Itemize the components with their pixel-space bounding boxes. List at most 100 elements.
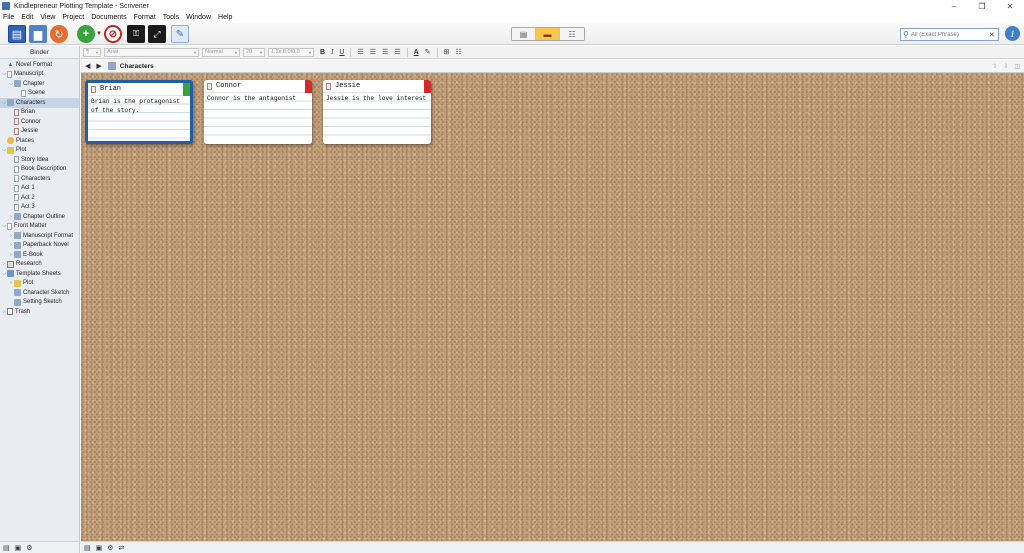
binder-item-label: E-Book	[23, 251, 43, 258]
menu-view[interactable]: View	[40, 14, 55, 21]
binder-item[interactable]: › Trash	[0, 307, 79, 317]
card-synopsis[interactable]: Brian is the protagonist of the story.	[88, 96, 190, 141]
text-color-icon[interactable]: A	[414, 49, 419, 56]
table-icon[interactable]: ⊞	[444, 48, 450, 56]
binder-item[interactable]: › Research	[0, 260, 79, 270]
forward-arrow-icon[interactable]: ▶	[96, 62, 101, 70]
index-card[interactable]: Connor Connor is the antagonist	[204, 80, 312, 144]
line-spacing-select[interactable]: 1.2x 8.0/0.0 ▼	[268, 47, 314, 57]
typeface-select[interactable]: Normal ▼	[202, 47, 240, 57]
font-size-select[interactable]: 20 ▼	[243, 47, 265, 57]
folder-icon	[7, 99, 14, 107]
font-family-select[interactable]: Arial ▼	[104, 47, 199, 57]
quick-reference-button[interactable]: ✎	[171, 25, 189, 43]
binder-item[interactable]: Setting Sketch	[0, 298, 79, 308]
corkboard[interactable]: Brian Brian is the protagonist of the sto…	[81, 73, 1024, 541]
binder-toggle-button[interactable]: ▤	[8, 25, 26, 43]
align-center-icon[interactable]: ☰	[370, 48, 376, 56]
up-icon[interactable]: ⇧	[992, 63, 997, 70]
inspector-toggle-button[interactable]: i	[1005, 26, 1020, 41]
corkboard-view-button[interactable]: ▬	[536, 28, 560, 40]
menu-project[interactable]: Project	[62, 14, 84, 21]
menu-file[interactable]: File	[3, 14, 14, 21]
binder-item[interactable]: Connor	[0, 117, 79, 127]
card-title[interactable]: Connor	[216, 82, 241, 90]
binder-item[interactable]: ⌵ Front Matter	[0, 222, 79, 232]
down-icon[interactable]: ⇩	[1003, 63, 1008, 70]
binder-item[interactable]: ⌵ Template Sheets	[0, 269, 79, 279]
underline-button[interactable]: U	[339, 49, 344, 56]
index-card[interactable]: Brian Brian is the protagonist of the sto…	[85, 80, 193, 144]
binder-item[interactable]: ▲ Novel Format	[0, 60, 79, 70]
new-card-icon[interactable]: ▤	[84, 544, 91, 552]
card-synopsis[interactable]: Jessie is the love interest	[323, 93, 431, 143]
menu-help[interactable]: Help	[218, 14, 232, 21]
binder-item[interactable]: ⌵ Chapter	[0, 79, 79, 89]
minimize-button[interactable]: –	[940, 0, 968, 12]
binder-item[interactable]: Brian	[0, 108, 79, 118]
split-icon[interactable]: ◫	[1014, 63, 1020, 70]
card-title[interactable]: Brian	[100, 85, 121, 93]
keywords-button[interactable]: ⚿	[127, 25, 145, 43]
binder-item[interactable]: ⌵ Plot	[0, 146, 79, 156]
align-left-icon[interactable]: ☰	[357, 48, 363, 56]
binder-item[interactable]: ⌵ Characters	[0, 98, 79, 108]
card-title-row[interactable]: Brian	[88, 83, 190, 96]
binder-item[interactable]: Character Sketch	[0, 288, 79, 298]
binder-item[interactable]: Places	[0, 136, 79, 146]
card-label-color	[424, 80, 431, 93]
italic-button[interactable]: I	[331, 48, 333, 56]
binder-item[interactable]: › E-Book	[0, 250, 79, 260]
menu-documents[interactable]: Documents	[91, 14, 126, 21]
search-icon[interactable]: ⚲	[903, 30, 909, 39]
sync-button[interactable]: ↻	[50, 25, 68, 43]
menu-tools[interactable]: Tools	[163, 14, 179, 21]
card-title-row[interactable]: Connor	[204, 80, 312, 93]
binder-item[interactable]: Book Description	[0, 165, 79, 175]
binder-item[interactable]: Story Idea	[0, 155, 79, 165]
add-dropdown-arrow-icon[interactable]: ▼	[96, 31, 102, 37]
align-justify-icon[interactable]: ☰	[394, 48, 400, 56]
folder-button[interactable]: ▆	[29, 25, 47, 43]
composition-mode-button[interactable]: ⤢	[148, 25, 166, 43]
clear-search-icon[interactable]: ✕	[989, 31, 995, 39]
card-synopsis[interactable]: Connor is the antagonist	[204, 93, 312, 143]
bold-button[interactable]: B	[320, 49, 325, 56]
gear-icon[interactable]: ⚙	[107, 544, 113, 552]
menu-window[interactable]: Window	[186, 14, 211, 21]
list-icon[interactable]: ☷	[455, 48, 461, 56]
add-folder-icon[interactable]: ▣	[15, 544, 22, 552]
binder-item[interactable]: Act 2	[0, 193, 79, 203]
menu-edit[interactable]: Edit	[21, 14, 33, 21]
binder-item[interactable]: Characters	[0, 174, 79, 184]
card-title-row[interactable]: Jessie	[323, 80, 431, 93]
back-arrow-icon[interactable]: ◀	[85, 62, 90, 70]
search-input[interactable]	[910, 31, 989, 38]
binder-item[interactable]: Act 1	[0, 184, 79, 194]
binder-item[interactable]: › Manuscript Format	[0, 231, 79, 241]
binder-item[interactable]: Jessie	[0, 127, 79, 137]
binder-item[interactable]: › Chapter Outline	[0, 212, 79, 222]
outliner-view-button[interactable]: ☷	[560, 28, 584, 40]
align-right-icon[interactable]: ☰	[382, 48, 388, 56]
delete-button[interactable]: ⊘	[104, 25, 122, 43]
add-document-icon[interactable]: ▤	[3, 544, 10, 552]
binder-item[interactable]: ⌵ Manuscript	[0, 70, 79, 80]
highlight-icon[interactable]: ✎	[425, 48, 431, 56]
maximize-button[interactable]: ❐	[968, 0, 996, 12]
binder-item[interactable]: Act 3	[0, 203, 79, 213]
stack-icon[interactable]: ▣	[96, 544, 103, 552]
binder-item[interactable]: Scene	[0, 89, 79, 99]
arrange-icon[interactable]: ⇄	[119, 544, 125, 552]
index-card[interactable]: Jessie Jessie is the love interest	[323, 80, 431, 144]
paragraph-style-select[interactable]: ¶ ▼	[83, 47, 101, 57]
binder-item[interactable]: › Paperback Novel	[0, 241, 79, 251]
menu-format[interactable]: Format	[134, 14, 156, 21]
binder-item[interactable]: › Plot	[0, 279, 79, 289]
document-icon	[14, 156, 19, 164]
close-button[interactable]: ✕	[996, 0, 1024, 12]
scrivenings-view-button[interactable]: ▤	[512, 28, 536, 40]
add-document-button[interactable]: +	[77, 25, 95, 43]
card-title[interactable]: Jessie	[335, 82, 360, 90]
gear-icon[interactable]: ⚙	[26, 544, 32, 552]
